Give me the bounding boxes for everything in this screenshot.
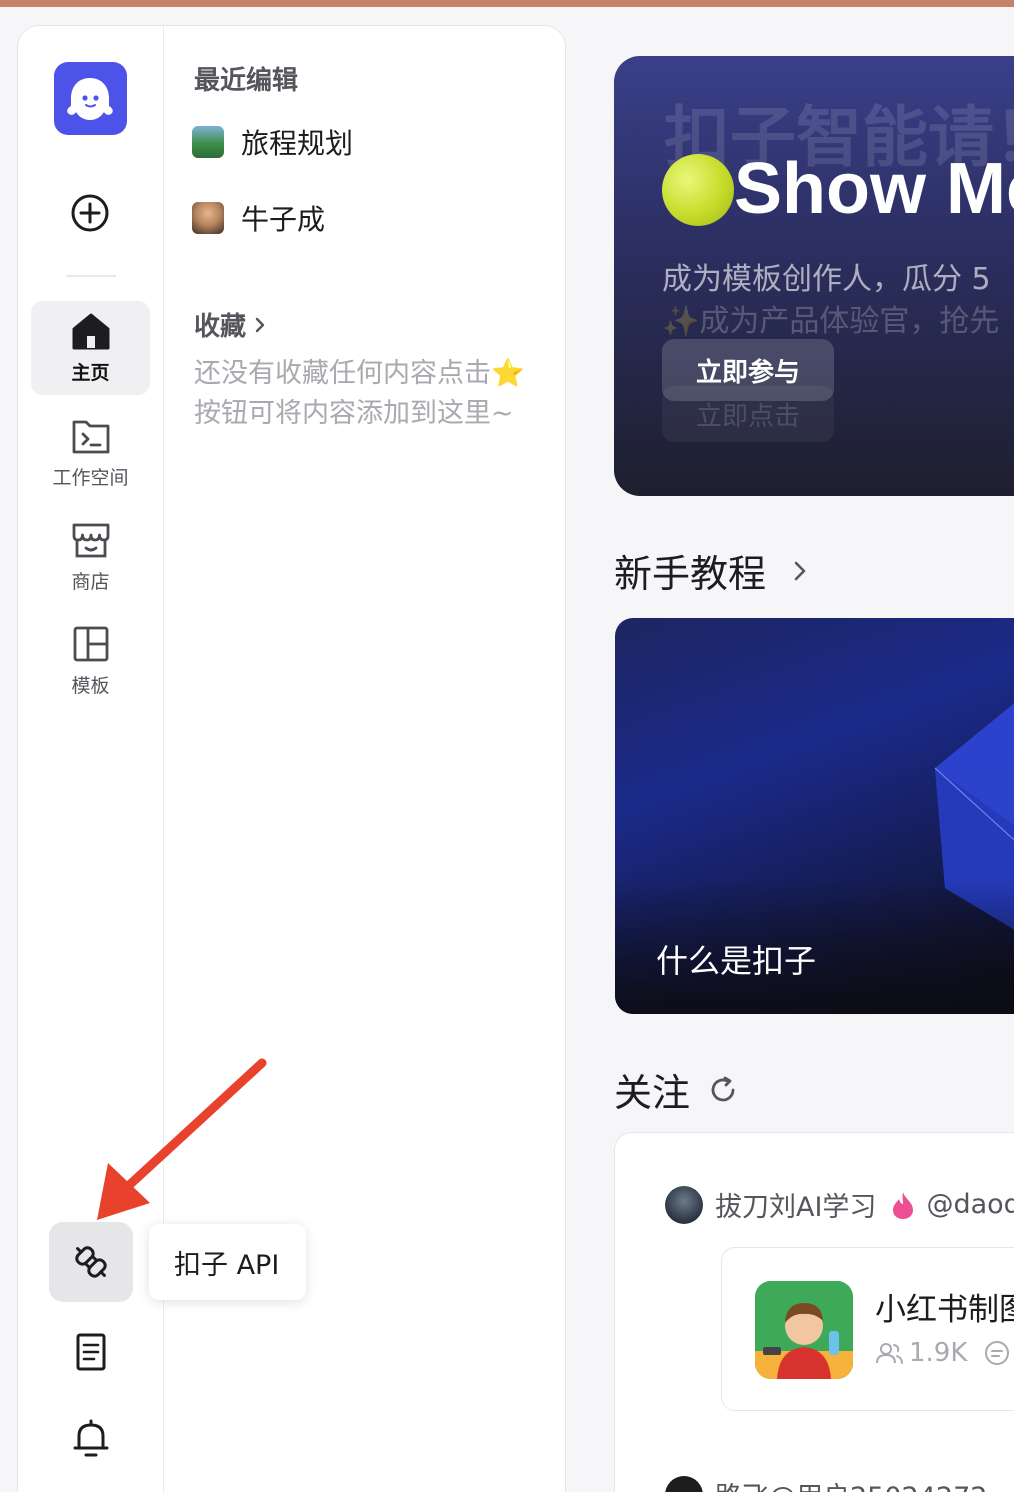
document-icon bbox=[76, 1333, 106, 1371]
plug-icon bbox=[75, 1246, 107, 1278]
nav-label-home: 主页 bbox=[71, 361, 110, 384]
bot-name: 小红书制图 bbox=[875, 1292, 1014, 1328]
flame-icon bbox=[893, 1191, 914, 1219]
recent-item-travel[interactable]: 旅程规划 bbox=[192, 122, 353, 162]
feed-author[interactable]: 拔刀刘AI学习 @daod bbox=[665, 1185, 1014, 1224]
chevron-right-icon bbox=[255, 317, 265, 332]
favorites-empty-text: 还没有收藏任何内容点击⭐按钮可将内容添加到这里~ bbox=[194, 358, 525, 429]
author-name: 路飞@用户25024272 bbox=[715, 1475, 987, 1492]
docs-button[interactable] bbox=[70, 1331, 112, 1377]
favorites-title-link[interactable]: 收藏 bbox=[194, 306, 268, 343]
tutorial-heading-link[interactable]: 新手教程 bbox=[614, 543, 808, 598]
users-icon bbox=[876, 1343, 903, 1364]
rail-divider bbox=[66, 275, 116, 277]
icon-rail: 主页 工作空间 商店 模板 扣子 API bbox=[18, 26, 306, 1492]
nav-label-store: 商店 bbox=[71, 570, 110, 593]
tutorial-card-label: 什么是扣子 bbox=[656, 942, 817, 980]
favorites-title: 收藏 bbox=[194, 312, 247, 342]
bot-stats: 1.9K bbox=[875, 1338, 1014, 1368]
banner-subtitle: 成为模板创作人，瓜分 5 bbox=[662, 262, 991, 297]
coze-logo-icon[interactable] bbox=[54, 62, 127, 135]
recent-item-niuzicheng[interactable]: 牛子成 bbox=[192, 198, 325, 238]
create-plus-icon[interactable] bbox=[68, 191, 112, 235]
author-avatar bbox=[665, 1475, 703, 1492]
terminal-folder-icon bbox=[72, 420, 109, 453]
author-name: 拔刀刘AI学习 bbox=[715, 1192, 877, 1223]
chevron-right-icon bbox=[794, 561, 806, 580]
bell-icon bbox=[73, 1419, 109, 1457]
nav-item-templates[interactable]: 模板 bbox=[31, 614, 150, 708]
nav-item-home[interactable]: 主页 bbox=[31, 301, 150, 395]
promo-banner[interactable]: 扣子智能请！ Show Me 成为模板创作人，瓜分 5 ✨成为产品体验官，抢先 … bbox=[614, 56, 1014, 496]
bot-avatar bbox=[755, 1281, 853, 1379]
feed-author-next[interactable]: 路飞@用户25024272 bbox=[665, 1475, 987, 1492]
refresh-icon[interactable] bbox=[708, 1075, 738, 1105]
recent-title: 最近编辑 bbox=[194, 66, 299, 96]
recent-item-label: 旅程规划 bbox=[241, 127, 354, 160]
nav-item-store[interactable]: 商店 bbox=[31, 510, 150, 604]
author-handle: @daod bbox=[926, 1189, 1014, 1220]
home-icon bbox=[72, 313, 109, 349]
recent-item-thumbnail bbox=[192, 126, 224, 158]
banner-subtitle-secondary: ✨成为产品体验官，抢先 bbox=[662, 304, 1000, 339]
tutorial-card[interactable]: 什么是扣子 bbox=[615, 618, 1014, 1014]
comment-icon bbox=[985, 1341, 1010, 1365]
window-top-strip bbox=[0, 0, 1014, 7]
follow-feed-card: 拔刀刘AI学习 @daod 小红书制图 1.9K bbox=[614, 1132, 1014, 1492]
follow-heading-row: 关注 bbox=[614, 1062, 738, 1117]
recent-and-favorites-panel: 最近编辑 旅程规划 牛子成 收藏 还没有收藏任何内容点击⭐按钮可将内容添加到这里… bbox=[192, 26, 554, 1492]
nav-item-workspace[interactable]: 工作空间 bbox=[31, 406, 150, 500]
sidebar-panel: 主页 工作空间 商店 模板 扣子 API 最近编辑 旅程规划 牛子成 收藏 还没… bbox=[17, 25, 566, 1492]
banner-join-button[interactable]: 立即参与 bbox=[662, 339, 834, 401]
nav-label-workspace: 工作空间 bbox=[52, 466, 129, 489]
banner-title: Show Me bbox=[734, 149, 1014, 229]
recent-item-label: 牛子成 bbox=[241, 203, 326, 236]
store-icon bbox=[72, 523, 109, 557]
author-avatar bbox=[665, 1185, 703, 1224]
recent-item-avatar bbox=[192, 202, 224, 234]
tutorial-heading: 新手教程 bbox=[614, 552, 767, 596]
template-icon bbox=[73, 626, 108, 661]
follow-heading: 关注 bbox=[614, 1071, 691, 1115]
bot-card[interactable]: 小红书制图 1.9K bbox=[721, 1247, 1014, 1411]
tennis-ball-icon bbox=[662, 154, 734, 226]
bot-user-count: 1.9K bbox=[909, 1338, 968, 1368]
notifications-button[interactable] bbox=[70, 1418, 112, 1464]
coze-api-button[interactable] bbox=[49, 1222, 133, 1302]
nav-label-templates: 模板 bbox=[71, 674, 110, 697]
